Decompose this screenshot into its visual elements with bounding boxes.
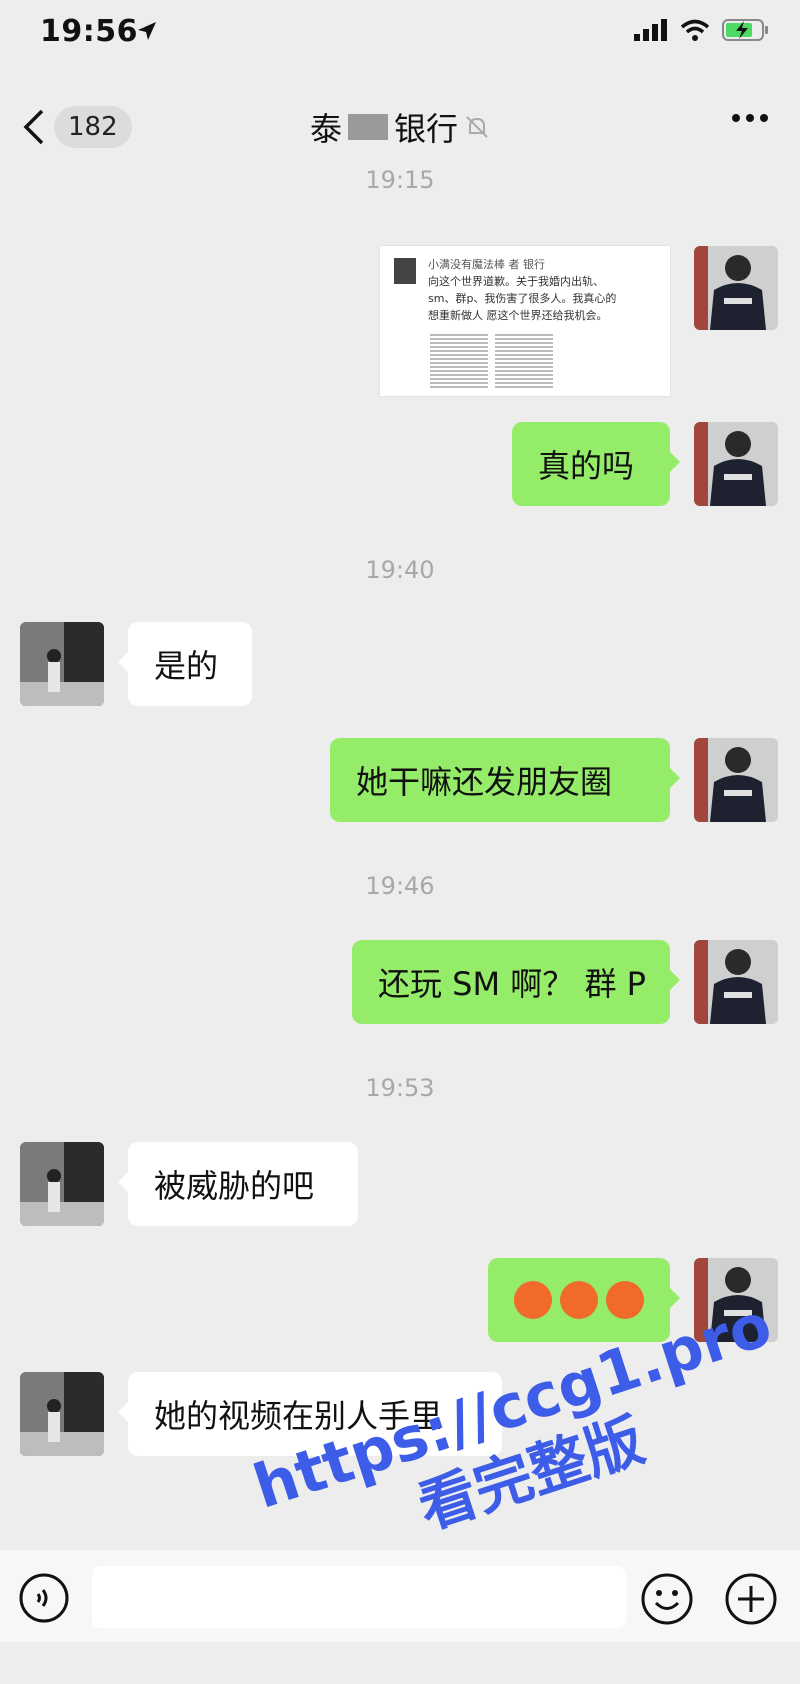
self-avatar[interactable]	[694, 246, 778, 330]
sent-message[interactable]: 真的吗	[512, 422, 680, 506]
sent-message[interactable]: 她干嘛还发朋友圈	[330, 738, 680, 822]
received-message[interactable]: 被威胁的吧	[118, 1142, 358, 1226]
message-input[interactable]	[92, 1566, 626, 1628]
timestamp: 19:53	[365, 1074, 435, 1102]
sent-message[interactable]: 还玩 SM 啊？ 群 P	[352, 940, 680, 1024]
sweat-face-emoji-icon	[560, 1281, 598, 1319]
redacted-text	[348, 114, 388, 140]
self-avatar[interactable]	[694, 738, 778, 822]
input-bar	[0, 1550, 800, 1642]
chat-title-suffix: 银行	[394, 110, 459, 148]
received-message[interactable]: 她的视频在别人手里	[118, 1372, 502, 1456]
bell-off-icon	[466, 116, 488, 138]
sweat-face-emoji-icon	[606, 1281, 644, 1319]
more-icon[interactable]	[730, 112, 770, 124]
chat-title: 泰 银行	[0, 104, 800, 150]
received-message[interactable]: 是的	[118, 622, 252, 706]
image-line: sm、群p、我伤害了很多人。我真心的	[428, 292, 617, 305]
emoji-icon[interactable]	[640, 1572, 694, 1626]
image-message[interactable]: 小满没有魔法棒 者 银行 向这个世界道歉。关于我婚内出轨、 sm、群p、我伤害了…	[380, 246, 670, 396]
contact-avatar[interactable]	[20, 1372, 104, 1456]
timestamp: 19:46	[365, 872, 435, 900]
wifi-icon	[680, 19, 710, 41]
plus-icon[interactable]	[724, 1572, 778, 1626]
image-line: 想重新做人 愿这个世界还给我机会。	[428, 309, 608, 322]
battery-charging-icon	[722, 19, 768, 41]
document-thumbnail	[495, 334, 553, 390]
sent-emoji-message[interactable]	[488, 1258, 680, 1342]
image-line: 向这个世界道歉。关于我婚内出轨、	[428, 275, 604, 288]
status-icons	[634, 18, 770, 42]
self-avatar[interactable]	[694, 1258, 778, 1342]
chat-header: 182 泰 银行	[0, 86, 800, 166]
contact-avatar[interactable]	[20, 622, 104, 706]
image-text: 小满没有魔法棒 者 银行 向这个世界道歉。关于我婚内出轨、 sm、群p、我伤害了…	[428, 256, 653, 324]
sweat-face-emoji-icon	[514, 1281, 552, 1319]
self-avatar[interactable]	[694, 422, 778, 506]
chat-title-prefix: 泰	[309, 110, 342, 148]
contact-avatar[interactable]	[20, 1142, 104, 1226]
self-avatar[interactable]	[694, 940, 778, 1024]
image-header-tail: 银行	[523, 258, 545, 271]
message-list[interactable]: 19:15 小满没有魔法棒 者 银行 向这个世界道歉。关于我婚内出轨、 sm、群…	[0, 166, 800, 1550]
document-thumbnail	[430, 334, 488, 390]
timestamp: 19:15	[365, 166, 435, 194]
status-time: 19:56	[40, 14, 138, 49]
image-header: 小满没有魔法棒 者	[428, 258, 520, 271]
thumbnail	[394, 258, 416, 284]
timestamp: 19:40	[365, 556, 435, 584]
status-bar: 19:56	[0, 0, 800, 70]
signal-icon	[634, 19, 667, 41]
voice-icon[interactable]	[18, 1572, 70, 1624]
location-arrow-icon	[138, 22, 156, 40]
